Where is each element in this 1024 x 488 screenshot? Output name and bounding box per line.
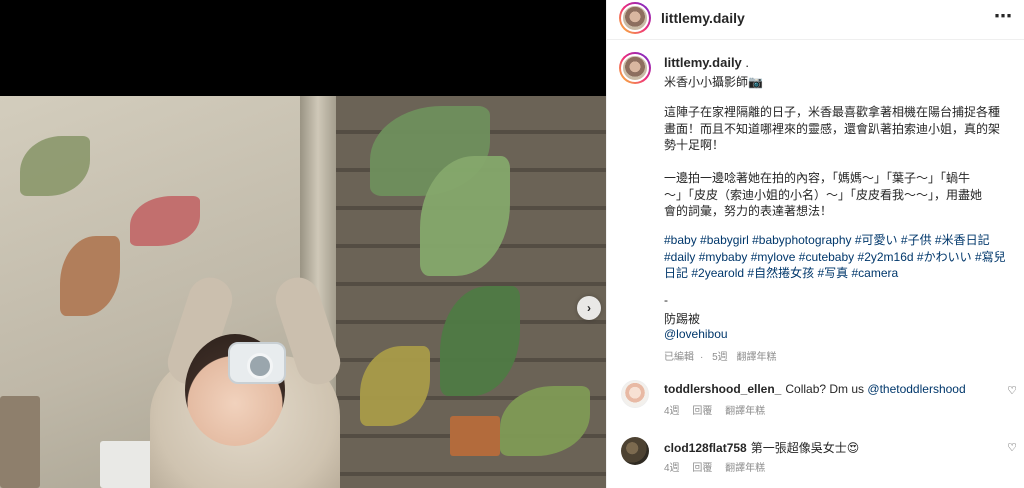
comment-line: clod128flat758 第一張超像吳女士😍	[664, 439, 859, 456]
caption-username-suffix: .	[745, 55, 750, 70]
hashtag-link[interactable]: #2yearold	[691, 266, 744, 280]
comment-age: 4週	[664, 406, 680, 417]
avatar[interactable]	[621, 437, 649, 465]
hashtag-link[interactable]: #2y2m16d	[858, 250, 914, 264]
hashtag-link[interactable]: #写真	[817, 266, 848, 280]
edited-label: 已編輯	[664, 352, 694, 363]
hashtag-link[interactable]: #子供	[901, 233, 932, 247]
comment-text: Collab? Dm us	[785, 382, 868, 396]
avatar[interactable]	[621, 380, 649, 408]
hashtag-link[interactable]: #camera	[851, 266, 898, 280]
hashtag-link[interactable]: #mylove	[751, 250, 796, 264]
comment-age: 4週	[664, 463, 680, 474]
avatar[interactable]	[619, 2, 651, 34]
hashtag-link[interactable]: #babygirl	[700, 233, 749, 247]
caption-text: 這陣子在家裡隔離的日子，米香最喜歡拿著相機在陽台捕捉各種 畫面！而且不知道哪裡來…	[664, 105, 1001, 218]
comment-item: toddlershood_ellen_ Collab? Dm us @thetod…	[607, 380, 1024, 420]
post-age: 5週	[712, 352, 728, 363]
photo-toy-camera	[228, 342, 286, 384]
hashtag-link[interactable]: #可愛い	[855, 233, 898, 247]
post-photo[interactable]	[0, 96, 606, 488]
translate-link[interactable]: 翻譯年糕	[725, 463, 765, 474]
caption-subtitle: 米香小小攝影師📷	[664, 75, 763, 89]
post-side-panel: littlemy.daily ⋯ littlemy.daily . 米香小小攝影…	[606, 0, 1024, 488]
hashtag-link[interactable]: #babyphotography	[752, 233, 851, 247]
reply-button[interactable]: 回覆	[692, 406, 712, 417]
post-header: littlemy.daily ⋯	[607, 0, 1024, 40]
comment-line: toddlershood_ellen_ Collab? Dm us @thetod…	[664, 382, 966, 396]
instagram-post-view: › littlemy.daily ⋯ littlemy.daily . 米香小小…	[0, 0, 1024, 488]
more-options-icon[interactable]: ⋯	[994, 6, 1013, 27]
caption-credit-link[interactable]: @lovehibou	[664, 327, 728, 341]
hashtag-link[interactable]: #cutebaby	[799, 250, 854, 264]
comment-username[interactable]: clod128flat758	[664, 441, 747, 455]
comment-item: clod128flat758 第一張超像吳女士😍 4週 回覆 翻譯年糕 ♡	[607, 437, 1024, 477]
like-heart-icon[interactable]: ♡	[1007, 384, 1017, 397]
comment-mention-link[interactable]: @thetoddlershood	[867, 382, 965, 396]
chevron-right-icon: ›	[587, 301, 591, 315]
next-photo-button[interactable]: ›	[577, 296, 601, 320]
caption-dash: -	[664, 293, 668, 307]
comment-text: 第一張超像吳女士😍	[750, 441, 860, 455]
hashtag-link[interactable]: #mybaby	[699, 250, 748, 264]
hashtag-link[interactable]: #自然捲女孩	[747, 266, 814, 280]
like-heart-icon[interactable]: ♡	[1007, 441, 1017, 454]
post-media: ›	[0, 0, 606, 488]
caption-meta: 已編輯 · 5週 翻譯年糕	[664, 348, 782, 363]
comment-meta: 4週 回覆 翻譯年糕	[664, 402, 775, 417]
translate-link[interactable]: 翻譯年糕	[736, 352, 776, 363]
translate-link[interactable]: 翻譯年糕	[725, 406, 765, 417]
meta-separator: ·	[700, 352, 704, 363]
comment-meta: 4週 回覆 翻譯年糕	[664, 459, 775, 474]
hashtag-link[interactable]: #かわいい	[917, 250, 972, 264]
caption-username[interactable]: littlemy.daily	[664, 55, 742, 70]
caption-credit-label: 防踢被	[664, 312, 701, 326]
hashtag-link[interactable]: #米香日記	[935, 233, 990, 247]
hashtag-link[interactable]: #baby	[664, 233, 697, 247]
hashtag-link[interactable]: #daily	[664, 250, 695, 264]
photo-pot	[0, 396, 40, 488]
photo-pot	[450, 416, 500, 456]
hashtag-list: #baby #babygirl #babyphotography #可愛い #子…	[664, 232, 1014, 282]
reply-button[interactable]: 回覆	[692, 463, 712, 474]
caption-username-line: littlemy.daily .	[664, 55, 749, 70]
header-username[interactable]: littlemy.daily	[661, 10, 745, 26]
comment-username[interactable]: toddlershood_ellen_	[664, 382, 781, 396]
caption-avatar[interactable]	[619, 52, 651, 84]
